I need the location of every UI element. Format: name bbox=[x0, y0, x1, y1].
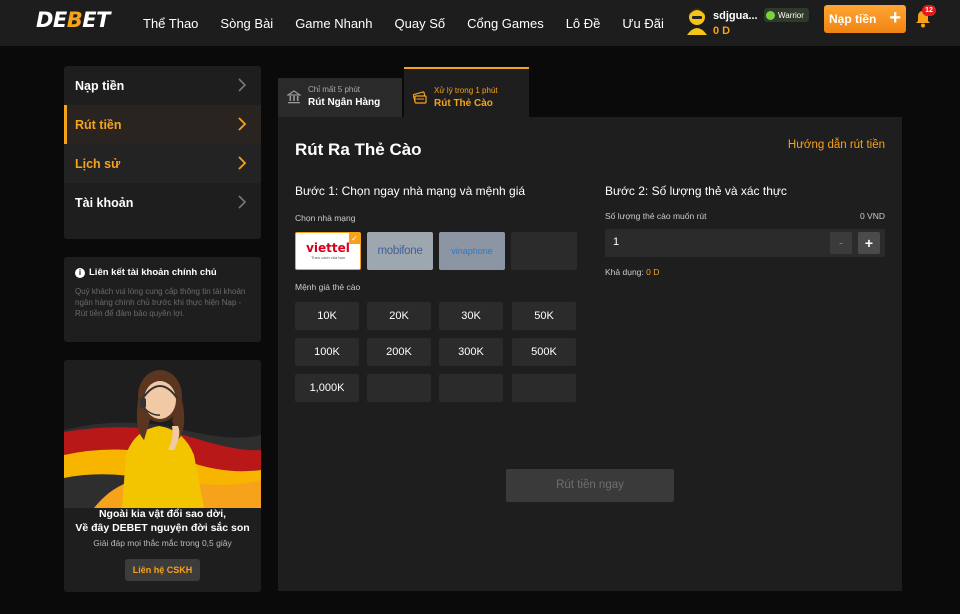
sidebar-item-label: Tài khoản bbox=[75, 195, 134, 210]
step2-title: Bước 2: Số lượng thẻ và xác thực bbox=[605, 184, 787, 198]
plus-icon: + bbox=[889, 7, 901, 29]
info-icon: i bbox=[75, 267, 85, 278]
sidebar-item-deposit[interactable]: Nạp tiền bbox=[64, 66, 261, 105]
user-balance: 0 D bbox=[713, 25, 731, 37]
sidebar-item-withdraw[interactable]: Rút tiền bbox=[64, 105, 261, 144]
increment-button[interactable]: + bbox=[858, 232, 880, 254]
contact-support-button[interactable]: Liên hệ CSKH bbox=[125, 559, 200, 581]
sidebar-item-label: Nạp tiền bbox=[75, 78, 125, 93]
viettel-tagline: Theo cách của bạn bbox=[310, 255, 346, 260]
denomination-30k[interactable]: 30K bbox=[439, 302, 503, 330]
user-account[interactable]: sdjgua... 0 D bbox=[684, 5, 764, 41]
available-balance: Khả dụng: 0 D bbox=[605, 267, 659, 277]
denomination-500k[interactable]: 500K bbox=[512, 338, 576, 366]
user-avatar-icon bbox=[687, 8, 707, 35]
chevron-right-icon bbox=[238, 156, 247, 170]
decrement-button[interactable]: - bbox=[830, 232, 852, 254]
denomination-300k[interactable]: 300K bbox=[439, 338, 503, 366]
quantity-stepper: 1 - + bbox=[605, 229, 885, 257]
withdraw-now-button[interactable]: Rút tiền ngay bbox=[506, 469, 674, 502]
deposit-button-label: Nạp tiền bbox=[829, 12, 877, 26]
rank-badge: Warrior bbox=[764, 8, 809, 22]
vinaphone-logo: vinaphone bbox=[451, 246, 493, 256]
nav-the-thao[interactable]: Thể Thao bbox=[143, 16, 198, 31]
promo-line-1: Ngoài kia vật đổi sao dời, bbox=[98, 508, 227, 520]
denomination-1000k[interactable]: 1,000K bbox=[295, 374, 359, 402]
carrier-vinaphone[interactable]: vinaphone bbox=[439, 232, 505, 270]
denomination-100k[interactable]: 100K bbox=[295, 338, 359, 366]
scratch-card-icon bbox=[413, 91, 427, 104]
notification-count-badge: 12 bbox=[922, 5, 936, 16]
step1-title: Bước 1: Chọn ngay nhà mạng và mệnh giá bbox=[295, 184, 526, 198]
denomination-empty-slot bbox=[367, 374, 431, 402]
nav-quay-so[interactable]: Quay Số bbox=[395, 16, 446, 31]
rank-label: Warrior bbox=[778, 10, 804, 20]
denomination-200k[interactable]: 200K bbox=[367, 338, 431, 366]
sidebar-item-label: Rút tiền bbox=[75, 117, 122, 132]
support-agent-illustration bbox=[64, 360, 261, 508]
bank-icon bbox=[287, 90, 301, 104]
tab-subtitle: Xử lý trong 1 phút bbox=[434, 86, 498, 95]
debet-logo[interactable]: DEBET bbox=[36, 8, 110, 32]
quantity-input[interactable]: 1 bbox=[613, 236, 619, 248]
tab-card-withdraw[interactable]: Xử lý trong 1 phút Rút Thẻ Cào bbox=[404, 67, 529, 117]
tab-bank-withdraw[interactable]: Chỉ mất 5 phút Rút Ngân Hàng bbox=[278, 78, 402, 117]
sidebar-item-label: Lịch sử bbox=[75, 156, 121, 171]
withdraw-card-panel: Rút Ra Thẻ Cào Hướng dẫn rút tiền Bước 1… bbox=[278, 117, 902, 591]
quantity-total-value: 0 VND bbox=[859, 211, 885, 221]
nav-game-nhanh[interactable]: Game Nhanh bbox=[295, 16, 372, 31]
deposit-button[interactable]: Nạp tiền + bbox=[824, 5, 906, 33]
denomination-label: Mệnh giá thẻ cào bbox=[295, 282, 361, 292]
nav-lo-de[interactable]: Lô Đề bbox=[566, 16, 601, 31]
available-label: Khả dụng: bbox=[605, 267, 644, 277]
account-link-info-card: i Liên kết tài khoản chính chủ Quý khách… bbox=[64, 257, 261, 342]
carrier-viettel[interactable]: viettel Theo cách của bạn ✓ bbox=[295, 232, 361, 270]
info-card-title: i Liên kết tài khoản chính chủ bbox=[75, 267, 250, 278]
denomination-50k[interactable]: 50K bbox=[512, 302, 576, 330]
chevron-right-icon bbox=[238, 117, 247, 131]
chevron-right-icon bbox=[238, 78, 247, 92]
denomination-20k[interactable]: 20K bbox=[367, 302, 431, 330]
denomination-empty-slot bbox=[439, 374, 503, 402]
viettel-logo: viettel bbox=[306, 241, 350, 255]
denomination-10k[interactable]: 10K bbox=[295, 302, 359, 330]
carrier-mobifone[interactable]: mobifone bbox=[367, 232, 433, 270]
quantity-label: Số lượng thẻ cào muốn rút bbox=[605, 211, 707, 221]
available-value: 0 D bbox=[646, 267, 660, 277]
info-card-text: Quý khách vui lòng cung cấp thông tin tà… bbox=[75, 287, 246, 318]
nav-uu-dai[interactable]: Ưu Đãi bbox=[622, 16, 663, 31]
nav-song-bai[interactable]: Sòng Bài bbox=[220, 16, 273, 31]
main-nav: Thể Thao Sòng Bài Game Nhanh Quay Số Cổn… bbox=[132, 0, 675, 46]
top-navbar: DEBET Thể Thao Sòng Bài Game Nhanh Quay … bbox=[0, 0, 960, 46]
info-title-text: Liên kết tài khoản chính chủ bbox=[89, 267, 217, 278]
tab-label: Rút Ngân Hàng bbox=[308, 97, 381, 108]
selected-check-icon: ✓ bbox=[349, 233, 360, 244]
support-promo-card: Ngoài kia vật đổi sao dời, Về đây DEBET … bbox=[64, 360, 261, 592]
tab-subtitle: Chỉ mất 5 phút bbox=[308, 85, 361, 94]
carrier-label: Chọn nhà mạng bbox=[295, 213, 356, 223]
chevron-right-icon bbox=[238, 195, 247, 209]
logo-text-accent: B bbox=[66, 8, 83, 32]
sidebar-item-history[interactable]: Lịch sử bbox=[64, 144, 261, 183]
carrier-empty-slot bbox=[511, 232, 577, 270]
username: sdjgua... bbox=[713, 10, 758, 22]
page-title: Rút Ra Thẻ Cào bbox=[295, 140, 422, 159]
nav-cong-games[interactable]: Cổng Games bbox=[467, 16, 544, 31]
sidebar-item-account[interactable]: Tài khoản bbox=[64, 183, 261, 222]
denomination-empty-slot bbox=[512, 374, 576, 402]
withdraw-guide-link[interactable]: Hướng dẫn rút tiền bbox=[788, 139, 885, 151]
promo-subtitle: Giải đáp mọi thắc mắc trong 0,5 giây bbox=[93, 538, 232, 548]
mobifone-logo: mobifone bbox=[377, 245, 423, 257]
logo-text-suffix: ET bbox=[82, 8, 110, 32]
account-menu: Nạp tiền Rút tiền Lịch sử Tài khoản bbox=[64, 66, 261, 239]
promo-line-2: Về đây DEBET nguyện đời sắc son bbox=[75, 522, 250, 534]
rank-icon bbox=[766, 10, 775, 20]
tab-label: Rút Thẻ Cào bbox=[434, 98, 493, 109]
logo-text-prefix: DE bbox=[36, 8, 67, 32]
